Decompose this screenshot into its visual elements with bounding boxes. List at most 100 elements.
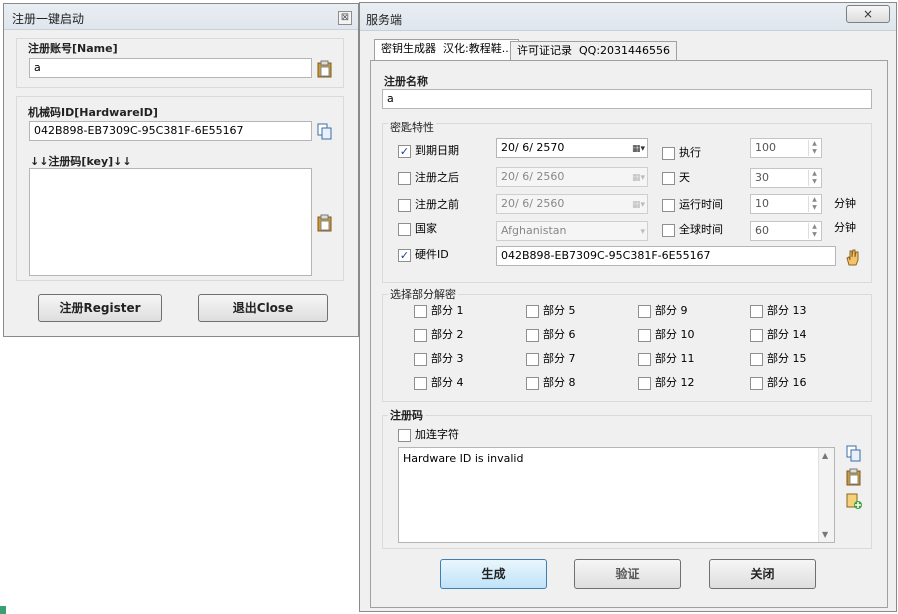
globaltime-spin-arrows-icon[interactable]: ▲ ▼ [808, 223, 820, 239]
part-checkbox-5[interactable]: 部分 5 [526, 304, 576, 320]
expire-date-picker[interactable]: 20/ 6/ 2570 ▦▾ [496, 138, 648, 158]
right-close-icon[interactable]: × [846, 5, 890, 23]
copy-code-icon[interactable] [846, 445, 862, 463]
days-checkbox[interactable]: 天 [662, 171, 690, 187]
after-date-value: 20/ 6/ 2560 [501, 170, 565, 183]
part-check-icon [414, 304, 427, 318]
name-input[interactable]: a [29, 58, 312, 78]
part-check-icon [750, 376, 763, 390]
expire-date-value: 20/ 6/ 2570 [501, 141, 565, 154]
regcode-textarea[interactable]: Hardware ID is invalid ▲ ▼ [398, 447, 835, 543]
calendar-dropdown-icon[interactable]: ▦▾ [623, 142, 645, 154]
runtime-checkbox[interactable]: 运行时间 [662, 198, 723, 214]
days-spinner[interactable]: 30 ▲ ▼ [750, 168, 822, 188]
part-label: 部分 10 [655, 328, 695, 341]
after-date-picker[interactable]: 20/ 6/ 2560 ▦▾ [496, 167, 648, 187]
part-checkbox-7[interactable]: 部分 7 [526, 352, 576, 368]
close-button[interactable]: 关闭 [709, 559, 816, 589]
before-dropdown-icon[interactable]: ▦▾ [623, 198, 645, 210]
reg-name-input[interactable]: a [382, 89, 872, 109]
part-checkbox-9[interactable]: 部分 9 [638, 304, 688, 320]
part-checkbox-8[interactable]: 部分 8 [526, 376, 576, 392]
hwid-input[interactable]: 042B898-EB7309C-95C381F-6E55167 [29, 121, 312, 141]
part-label: 部分 4 [431, 376, 464, 389]
register-button[interactable]: 注册Register [38, 294, 162, 322]
paste-name-icon[interactable] [317, 60, 333, 78]
verify-button[interactable]: 验证 [574, 559, 681, 589]
globaltime-label: 全球时间 [679, 223, 723, 236]
hand-pick-icon[interactable] [844, 248, 860, 266]
part-checkbox-14[interactable]: 部分 14 [750, 328, 807, 344]
part-label: 部分 3 [431, 352, 464, 365]
part-label: 部分 1 [431, 304, 464, 317]
country-check-icon [398, 222, 411, 236]
runtime-spin-arrows-icon[interactable]: ▲ ▼ [808, 196, 820, 212]
tab-keygen-label: 密钥生成器 [381, 42, 436, 55]
country-select[interactable]: Afghanistan ▾ [496, 221, 648, 241]
part-checkbox-10[interactable]: 部分 10 [638, 328, 695, 344]
scroll-up-icon[interactable]: ▲ [822, 451, 828, 460]
left-titlebar: 注册一键启动 ⊠ [4, 4, 358, 30]
exec-checkbox[interactable]: 执行 [662, 146, 701, 162]
key-textarea[interactable] [29, 168, 312, 276]
regcode-scrollbar[interactable]: ▲ ▼ [818, 448, 834, 542]
part-label: 部分 2 [431, 328, 464, 341]
part-check-icon [414, 352, 427, 366]
globaltime-spinner[interactable]: 60 ▲ ▼ [750, 221, 822, 241]
exec-spin-arrows-icon[interactable]: ▲ ▼ [808, 140, 820, 156]
part-checkbox-6[interactable]: 部分 6 [526, 328, 576, 344]
runtime-unit: 分钟 [834, 197, 856, 210]
part-label: 部分 7 [543, 352, 576, 365]
paste-key-icon[interactable] [317, 214, 333, 232]
hwid-feature-input[interactable]: 042B898-EB7309C-95C381F-6E55167 [496, 246, 836, 266]
before-date-picker[interactable]: 20/ 6/ 2560 ▦▾ [496, 194, 648, 214]
after-checkbox[interactable]: 注册之后 [398, 171, 459, 187]
part-checkbox-11[interactable]: 部分 11 [638, 352, 695, 368]
after-label: 注册之后 [415, 171, 459, 184]
add-hyphen-checkbox[interactable]: 加连字符 [398, 428, 459, 444]
part-check-icon [414, 376, 427, 390]
right-window-title: 服务端 [366, 13, 403, 27]
regcode-label: 注册码 [388, 407, 425, 423]
part-check-icon [414, 328, 427, 342]
expire-label: 到期日期 [415, 144, 459, 157]
tab-license-log[interactable]: 许可证记录 QQ:2031446556 [510, 41, 678, 61]
new-file-icon[interactable] [846, 492, 862, 510]
runtime-spinner[interactable]: 10 ▲ ▼ [750, 194, 822, 214]
globaltime-checkbox[interactable]: 全球时间 [662, 223, 723, 239]
part-checkbox-15[interactable]: 部分 15 [750, 352, 807, 368]
copy-hwid-icon[interactable] [317, 123, 333, 141]
country-dropdown-icon[interactable]: ▾ [623, 225, 645, 237]
hwid-checkbox[interactable]: ✓ 硬件ID [398, 248, 449, 264]
part-checkbox-1[interactable]: 部分 1 [414, 304, 464, 320]
part-label: 部分 15 [767, 352, 807, 365]
left-close-icon[interactable]: ⊠ [338, 11, 352, 25]
exec-check-icon [662, 146, 675, 160]
part-check-icon [750, 304, 763, 318]
part-checkbox-16[interactable]: 部分 16 [750, 376, 807, 392]
part-label: 部分 13 [767, 304, 807, 317]
before-checkbox[interactable]: 注册之前 [398, 198, 459, 214]
part-checkbox-13[interactable]: 部分 13 [750, 304, 807, 320]
days-spin-arrows-icon[interactable]: ▲ ▼ [808, 170, 820, 186]
tab-credit-label: 汉化:教程鞋... [443, 42, 513, 55]
expire-checkbox[interactable]: ✓ 到期日期 [398, 144, 459, 160]
part-checkbox-2[interactable]: 部分 2 [414, 328, 464, 344]
tab-keygen[interactable]: 密钥生成器 汉化:教程鞋... [374, 39, 520, 61]
exec-spinner[interactable]: 100 ▲ ▼ [750, 138, 822, 158]
part-label: 部分 6 [543, 328, 576, 341]
paste-code-icon[interactable] [846, 468, 862, 486]
generate-button[interactable]: 生成 [440, 559, 547, 589]
part-label: 部分 16 [767, 376, 807, 389]
part-checkbox-12[interactable]: 部分 12 [638, 376, 695, 392]
globaltime-check-icon [662, 223, 675, 237]
runtime-value: 10 [755, 197, 769, 210]
part-checkbox-4[interactable]: 部分 4 [414, 376, 464, 392]
scroll-down-icon[interactable]: ▼ [822, 530, 828, 539]
part-checkbox-3[interactable]: 部分 3 [414, 352, 464, 368]
features-label: 密匙特性 [388, 119, 436, 135]
exit-close-button[interactable]: 退出Close [198, 294, 328, 322]
country-checkbox[interactable]: 国家 [398, 222, 437, 238]
part-label: 部分 14 [767, 328, 807, 341]
after-dropdown-icon[interactable]: ▦▾ [623, 171, 645, 183]
